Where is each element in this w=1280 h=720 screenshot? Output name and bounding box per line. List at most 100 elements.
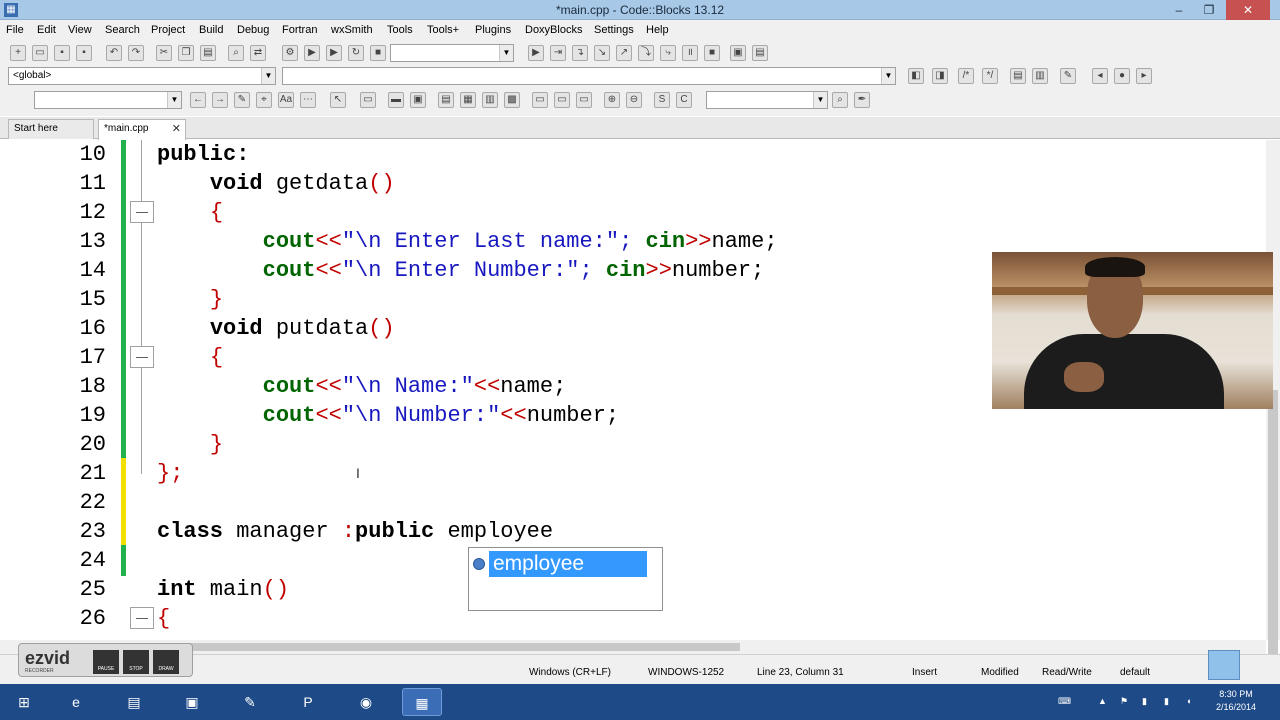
highlight-brush-icon[interactable]: ✎: [234, 92, 250, 108]
debug-icon[interactable]: ▶: [528, 45, 544, 61]
c-icon[interactable]: C: [676, 92, 692, 108]
zoom-out-icon[interactable]: ⊖: [626, 92, 642, 108]
panel-icon[interactable]: ▬: [388, 92, 404, 108]
network-icon[interactable]: ▮: [1164, 696, 1169, 707]
scrollbar-thumb[interactable]: [1268, 390, 1278, 690]
menu-debug[interactable]: Debug: [237, 24, 269, 36]
menu-settings[interactable]: Settings: [594, 24, 634, 36]
taskbar-clock[interactable]: 8:30 PM 2/16/2014: [1206, 688, 1266, 714]
scope-combo[interactable]: <global> ▼: [8, 67, 276, 85]
various-info-icon[interactable]: ▤: [752, 45, 768, 61]
menu-plugins[interactable]: Plugins: [475, 24, 511, 36]
menu-fortran[interactable]: Fortran: [282, 24, 317, 36]
file-explorer-icon[interactable]: ▤: [114, 688, 154, 716]
block-icon[interactable]: ▩: [504, 92, 520, 108]
frame-icon[interactable]: ▭: [360, 92, 376, 108]
menu-project[interactable]: Project: [151, 24, 185, 36]
flag-icon[interactable]: ⚑: [1120, 696, 1128, 707]
next-line-icon[interactable]: ↴: [572, 45, 588, 61]
keyboard-icon[interactable]: ⌨: [1058, 696, 1071, 707]
close-tab-icon[interactable]: ✕: [172, 120, 181, 138]
comment-icon[interactable]: /*: [958, 68, 974, 84]
save-all-icon[interactable]: ▪: [76, 45, 92, 61]
next-bookmark-icon[interactable]: ▸: [1136, 68, 1152, 84]
fold-toggle-icon[interactable]: [130, 346, 154, 368]
tab-main-cpp[interactable]: *main.cpp ✕: [98, 119, 186, 140]
fold-toggle-icon[interactable]: [130, 607, 154, 629]
run-to-cursor-icon[interactable]: ⇥: [550, 45, 566, 61]
search2-input[interactable]: ▼: [706, 91, 828, 109]
recorder-app-icon[interactable]: P: [288, 688, 328, 716]
fold-toggle-icon[interactable]: [130, 201, 154, 223]
tool-app-icon[interactable]: ✎: [230, 688, 270, 716]
build-icon[interactable]: ⚙: [282, 45, 298, 61]
bookmark-list-icon[interactable]: ▥: [1032, 68, 1048, 84]
cut-icon[interactable]: ✂: [156, 45, 172, 61]
recorder-pause-button[interactable]: PAUSE: [93, 650, 119, 674]
regex-icon[interactable]: Aa: [278, 92, 294, 108]
menu-edit[interactable]: Edit: [37, 24, 56, 36]
chrome-icon[interactable]: ◉: [346, 688, 386, 716]
internet-explorer-icon[interactable]: e: [56, 688, 96, 716]
find-icon[interactable]: ⌕: [228, 45, 244, 61]
media-app-icon[interactable]: ▣: [172, 688, 212, 716]
menu-wxsmith[interactable]: wxSmith: [331, 24, 373, 36]
search-input[interactable]: ▼: [34, 91, 182, 109]
s-icon[interactable]: S: [654, 92, 670, 108]
menu-build[interactable]: Build: [199, 24, 223, 36]
copy-icon[interactable]: ❐: [178, 45, 194, 61]
select-icon[interactable]: ⌖: [256, 92, 272, 108]
bookmark-dot-icon[interactable]: ●: [1114, 68, 1130, 84]
step-into-icon[interactable]: ↘: [594, 45, 610, 61]
recorder-draw-button[interactable]: DRAW: [153, 650, 179, 674]
start-windows-icon[interactable]: ⊞: [4, 688, 44, 716]
menu-help[interactable]: Help: [646, 24, 669, 36]
codeblocks-taskbar-icon[interactable]: ▦: [402, 688, 442, 716]
paste-icon[interactable]: ▤: [200, 45, 216, 61]
toggle-bookmark-icon[interactable]: ▤: [1010, 68, 1026, 84]
replace-icon[interactable]: ⇄: [250, 45, 266, 61]
maximize-button[interactable]: ❐: [1195, 0, 1223, 20]
image-icon[interactable]: ▣: [410, 92, 426, 108]
zoom-in-icon[interactable]: ⊕: [604, 92, 620, 108]
tab-start-here[interactable]: Start here: [8, 119, 94, 139]
rect3-icon[interactable]: ▭: [576, 92, 592, 108]
volume-icon[interactable]: ◖: [1186, 696, 1191, 706]
abort-icon[interactable]: ■: [370, 45, 386, 61]
open-folder-icon[interactable]: ▭: [32, 45, 48, 61]
more-icon[interactable]: ⋯: [300, 92, 316, 108]
previous-bookmark-icon[interactable]: ◂: [1092, 68, 1108, 84]
menu-tools[interactable]: Tools: [387, 24, 413, 36]
battery-icon[interactable]: ▮: [1142, 696, 1147, 707]
run-icon[interactable]: ▶: [304, 45, 320, 61]
settings-wrench-icon[interactable]: ✒: [854, 92, 870, 108]
rect2-icon[interactable]: ▭: [554, 92, 570, 108]
function-combo[interactable]: ▼: [282, 67, 896, 85]
autocomplete-item-selected[interactable]: employee: [489, 551, 647, 577]
close-button[interactable]: ✕: [1226, 0, 1270, 20]
sizer-icon[interactable]: ▤: [438, 92, 454, 108]
jump-declaration-icon[interactable]: ◧: [908, 68, 924, 84]
back-arrow-icon[interactable]: ←: [190, 92, 206, 108]
pause-debug-icon[interactable]: ॥: [682, 45, 698, 61]
step-into-instruction-icon[interactable]: ⤷: [660, 45, 676, 61]
scrollbar-thumb[interactable]: [130, 643, 740, 651]
pointer-icon[interactable]: ↖: [330, 92, 346, 108]
menu-view[interactable]: View: [68, 24, 92, 36]
grid-icon[interactable]: ▦: [460, 92, 476, 108]
jump-implementation-icon[interactable]: ◨: [932, 68, 948, 84]
new-file-icon[interactable]: +: [10, 45, 26, 61]
undo-icon[interactable]: ↶: [106, 45, 122, 61]
uncomment-icon[interactable]: */: [982, 68, 998, 84]
forward-arrow-icon[interactable]: →: [212, 92, 228, 108]
search-go-icon[interactable]: ⌕: [832, 92, 848, 108]
menu-doxyblocks[interactable]: DoxyBlocks: [525, 24, 582, 36]
menu-file[interactable]: File: [6, 24, 24, 36]
stop-debug-icon[interactable]: ■: [704, 45, 720, 61]
step-out-icon[interactable]: ↗: [616, 45, 632, 61]
recorder-stop-button[interactable]: STOP: [123, 650, 149, 674]
menu-tools-plus[interactable]: Tools+: [427, 24, 459, 36]
box-icon[interactable]: ▥: [482, 92, 498, 108]
build-and-run-icon[interactable]: ▶: [326, 45, 342, 61]
download-icon[interactable]: [1208, 650, 1240, 680]
